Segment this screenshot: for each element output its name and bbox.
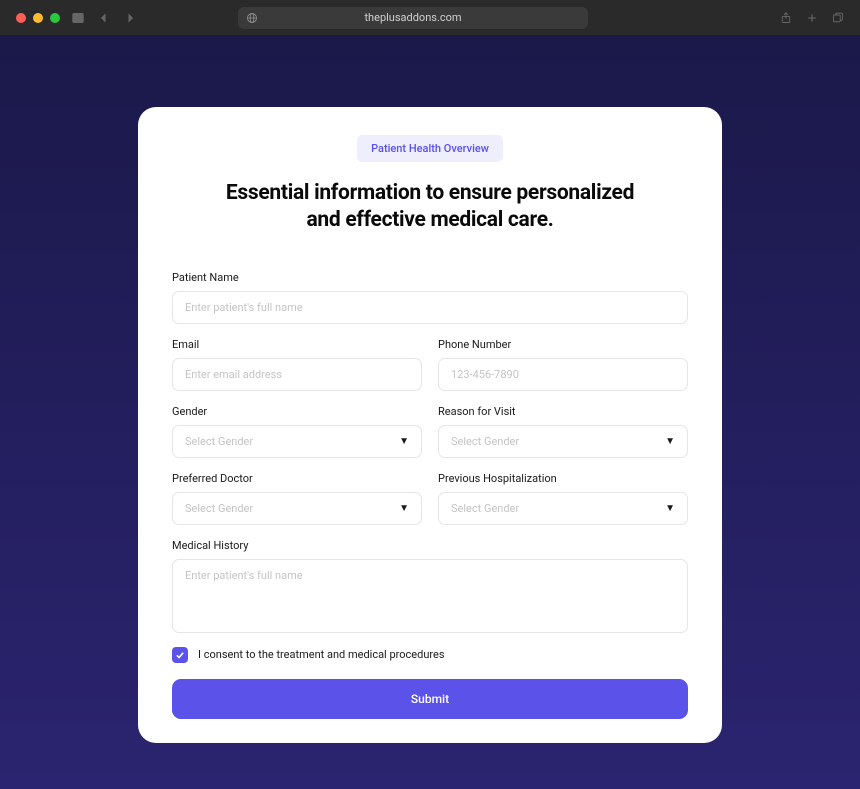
url-text: theplusaddons.com — [364, 11, 461, 24]
phone-group: Phone Number — [438, 338, 688, 391]
browser-toolbar: theplusaddons.com — [0, 0, 860, 35]
gender-select[interactable]: Select Gender ▼ — [172, 425, 422, 458]
doctor-select-placeholder: Select Gender — [185, 502, 253, 515]
form-badge: Patient Health Overview — [357, 135, 503, 162]
nav-icons-left — [72, 12, 136, 24]
window-controls — [16, 13, 60, 23]
chevron-down-icon: ▼ — [665, 436, 675, 447]
reason-select[interactable]: Select Gender ▼ — [438, 425, 688, 458]
doctor-group: Preferred Doctor Select Gender ▼ — [172, 472, 422, 525]
hospitalization-group: Previous Hospitalization Select Gender ▼ — [438, 472, 688, 525]
phone-input[interactable] — [438, 358, 688, 391]
email-group: Email — [172, 338, 422, 391]
submit-button[interactable]: Submit — [172, 679, 688, 719]
forward-icon[interactable] — [124, 12, 136, 24]
nav-icons-right — [780, 12, 844, 24]
form-headline: Essential information to ensure personal… — [172, 180, 688, 235]
minimize-window-button[interactable] — [33, 13, 43, 23]
hospitalization-select[interactable]: Select Gender ▼ — [438, 492, 688, 525]
reason-label: Reason for Visit — [438, 405, 688, 418]
doctor-label: Preferred Doctor — [172, 472, 422, 485]
email-label: Email — [172, 338, 422, 351]
email-input[interactable] — [172, 358, 422, 391]
patient-name-input[interactable] — [172, 291, 688, 324]
hospitalization-label: Previous Hospitalization — [438, 472, 688, 485]
url-bar[interactable]: theplusaddons.com — [238, 7, 588, 29]
check-icon — [175, 650, 185, 660]
form-card: Patient Health Overview Essential inform… — [138, 107, 722, 743]
patient-name-group: Patient Name — [172, 271, 688, 324]
back-icon[interactable] — [98, 12, 110, 24]
history-label: Medical History — [172, 539, 688, 552]
patient-name-label: Patient Name — [172, 271, 688, 284]
maximize-window-button[interactable] — [50, 13, 60, 23]
sidebar-icon[interactable] — [72, 12, 84, 24]
reason-group: Reason for Visit Select Gender ▼ — [438, 405, 688, 458]
tabs-icon[interactable] — [832, 12, 844, 24]
consent-checkbox[interactable] — [172, 647, 188, 663]
chevron-down-icon: ▼ — [399, 436, 409, 447]
globe-icon — [246, 12, 258, 24]
gender-label: Gender — [172, 405, 422, 418]
doctor-select[interactable]: Select Gender ▼ — [172, 492, 422, 525]
chevron-down-icon: ▼ — [399, 503, 409, 514]
page-content: Patient Health Overview Essential inform… — [0, 35, 860, 743]
share-icon[interactable] — [780, 12, 792, 24]
history-textarea[interactable] — [172, 559, 688, 633]
close-window-button[interactable] — [16, 13, 26, 23]
chevron-down-icon: ▼ — [665, 503, 675, 514]
history-group: Medical History — [172, 539, 688, 633]
reason-select-placeholder: Select Gender — [451, 435, 519, 448]
gender-group: Gender Select Gender ▼ — [172, 405, 422, 458]
consent-text: I consent to the treatment and medical p… — [198, 648, 445, 661]
new-tab-icon[interactable] — [806, 12, 818, 24]
hospitalization-select-placeholder: Select Gender — [451, 502, 519, 515]
gender-select-placeholder: Select Gender — [185, 435, 253, 448]
phone-label: Phone Number — [438, 338, 688, 351]
consent-row: I consent to the treatment and medical p… — [172, 647, 688, 663]
